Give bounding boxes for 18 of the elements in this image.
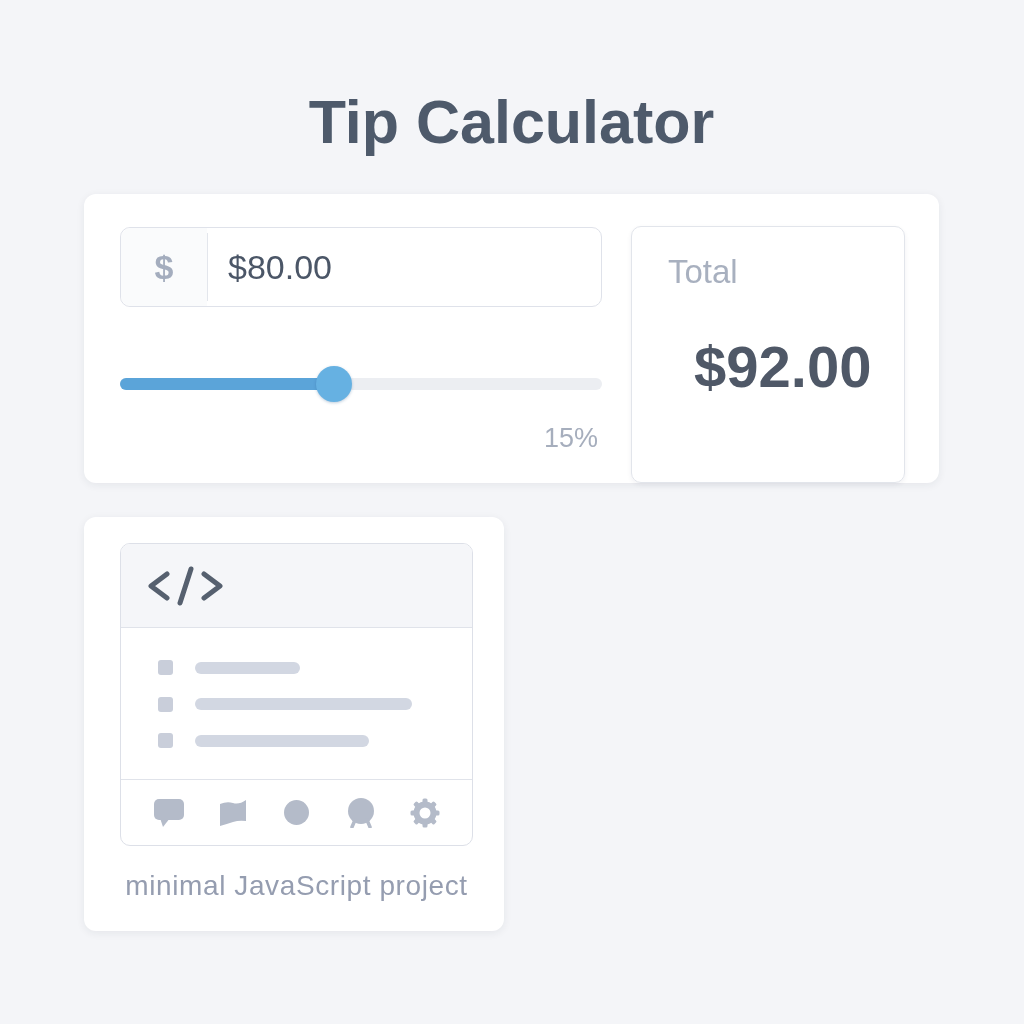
tip-slider[interactable]: [120, 366, 602, 402]
square-bullet-icon: [158, 696, 173, 712]
circle-icon[interactable]: [284, 800, 309, 825]
flag-icon[interactable]: [219, 799, 246, 826]
square-bullet-icon: [158, 733, 173, 748]
project-caption: minimal JavaScript project: [124, 870, 469, 902]
bill-amount-field[interactable]: $80.00: [208, 228, 601, 306]
tip-percentage: 15%: [543, 423, 599, 453]
square-bullet-icon: [158, 660, 173, 675]
award-icon[interactable]: [346, 797, 375, 828]
page-title: Tip Calculator: [307, 87, 716, 157]
settings-icon[interactable]: [409, 797, 440, 828]
total-label: Total: [668, 253, 738, 291]
code-icon: [147, 565, 224, 606]
slider-thumb[interactable]: [316, 366, 352, 402]
currency-prefix: $: [121, 228, 207, 306]
total-amount: $92.00: [694, 333, 872, 401]
chat-bubble-icon[interactable]: [153, 798, 184, 827]
